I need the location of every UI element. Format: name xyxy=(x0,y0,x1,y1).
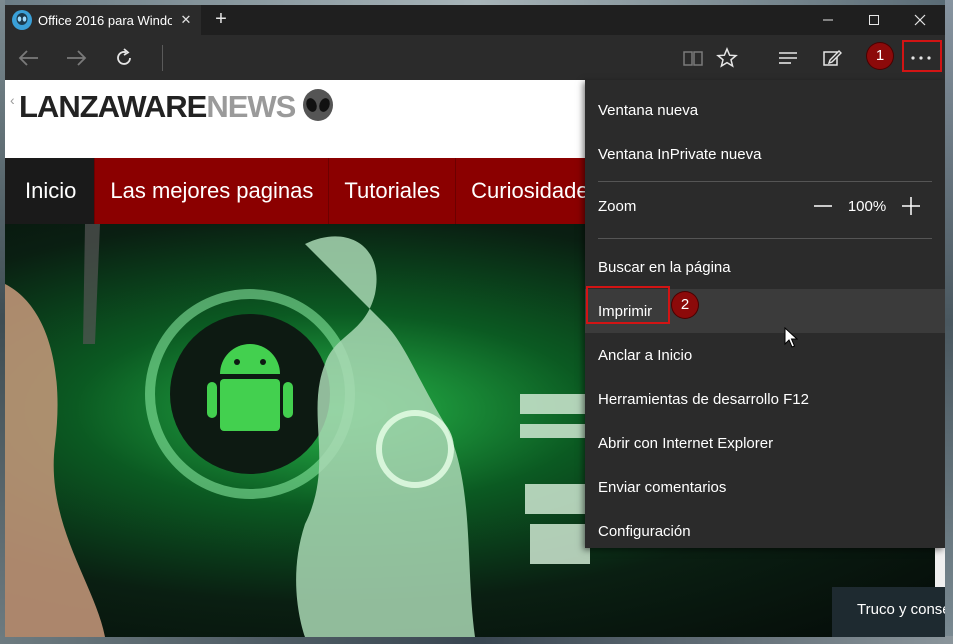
menu-item-send-feedback[interactable]: Enviar comentarios xyxy=(585,465,945,509)
favorite-star-icon[interactable] xyxy=(712,43,742,73)
logo-text-lanzaware: LANZAWARE xyxy=(19,89,207,124)
alien-logo-icon xyxy=(303,89,334,121)
mouse-cursor-icon xyxy=(784,327,798,348)
zoom-out-icon[interactable] xyxy=(808,191,838,221)
print-item-highlight xyxy=(586,286,670,324)
zoom-label: Zoom xyxy=(598,197,637,215)
menu-item-pin-to-start[interactable]: Anclar a Inicio xyxy=(585,333,945,377)
menu-item-new-window[interactable]: Ventana nueva xyxy=(585,88,945,132)
site-nav-inicio[interactable]: Inicio xyxy=(5,158,96,224)
site-logo[interactable]: LANZAWARE NEWS xyxy=(19,88,335,126)
alien-icon xyxy=(12,10,32,30)
chevron-left-icon: ‹ xyxy=(10,92,15,108)
address-bar-separator xyxy=(162,45,163,71)
hub-icon[interactable] xyxy=(773,43,803,73)
new-tab-button[interactable]: + xyxy=(209,8,233,32)
refresh-icon[interactable] xyxy=(109,43,139,73)
minimize-icon[interactable] xyxy=(805,5,851,35)
reading-view-icon[interactable] xyxy=(678,43,708,73)
close-tab-icon[interactable]: ✕ xyxy=(176,12,196,28)
menu-separator xyxy=(598,238,932,239)
more-button-highlight xyxy=(902,40,942,72)
desktop-background-bottom xyxy=(0,636,953,644)
zoom-value: 100% xyxy=(847,197,887,215)
back-icon[interactable] xyxy=(14,43,44,73)
forward-icon[interactable] xyxy=(61,43,91,73)
menu-item-settings[interactable]: Configuración xyxy=(585,509,945,553)
menu-item-open-with-ie[interactable]: Abrir con Internet Explorer xyxy=(585,421,945,465)
maximize-icon[interactable] xyxy=(851,5,897,35)
desktop-background-right xyxy=(945,0,953,644)
close-icon[interactable] xyxy=(897,5,943,35)
browser-tab[interactable]: Office 2016 para Windows ✕ xyxy=(5,5,201,35)
site-nav-mejores-paginas[interactable]: Las mejores paginas xyxy=(95,158,330,224)
edge-browser-window: Office 2016 para Windows ✕ + xyxy=(5,5,945,637)
navigation-bar xyxy=(5,35,945,80)
step-badge-1: 1 xyxy=(867,43,893,69)
logo-text-news: NEWS xyxy=(206,89,296,124)
menu-item-find-on-page[interactable]: Buscar en la página xyxy=(585,245,945,289)
menu-zoom-row: Zoom 100% xyxy=(585,184,945,228)
menu-separator xyxy=(598,181,932,182)
menu-item-new-inprivate-window[interactable]: Ventana InPrivate nueva xyxy=(585,132,945,176)
menu-item-developer-tools[interactable]: Herramientas de desarrollo F12 xyxy=(585,377,945,421)
title-bar: Office 2016 para Windows ✕ + xyxy=(5,5,945,35)
site-nav-tutoriales[interactable]: Tutoriales xyxy=(329,158,457,224)
step-badge-2: 2 xyxy=(672,292,698,318)
tips-banner[interactable]: Truco y consejos xyxy=(832,587,945,637)
more-actions-menu: Ventana nueva Ventana InPrivate nueva Zo… xyxy=(585,80,945,548)
zoom-in-icon[interactable] xyxy=(896,191,926,221)
tab-title: Office 2016 para Windows xyxy=(38,12,172,28)
web-note-icon[interactable] xyxy=(817,43,847,73)
